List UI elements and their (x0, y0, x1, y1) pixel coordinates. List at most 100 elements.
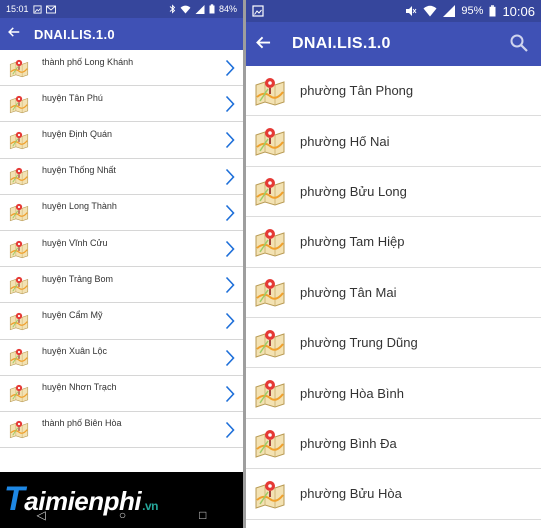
list-item[interactable]: huyện Vĩnh Cửu (0, 231, 243, 268)
signal-icon (443, 5, 456, 17)
list-item-label: phường Tân Mai (300, 284, 397, 300)
chevron-right-icon[interactable] (225, 95, 235, 113)
watermark-lead: T (4, 480, 25, 518)
map-pin-icon (6, 311, 32, 331)
list-item-label: phường Bình Đa (300, 435, 397, 451)
chevron-right-icon[interactable] (225, 240, 235, 258)
list-item[interactable]: phường Tân Phong (246, 66, 541, 117)
list-item[interactable]: phường Tam Hiệp (246, 217, 541, 268)
list-item[interactable]: huyện Cẩm Mỹ (0, 303, 243, 340)
list-item[interactable]: phường Trung Dũng (246, 318, 541, 369)
watermark-logo: Taimienphi.vn (4, 480, 158, 519)
list-item[interactable]: huyện Nhơn Trạch (0, 376, 243, 412)
wifi-icon (180, 5, 191, 14)
right-status-time: 10:06 (502, 3, 535, 19)
list-item[interactable]: phường Tân Mai (246, 268, 541, 318)
list-item[interactable]: phường Bình Đa (246, 419, 541, 470)
image-notification-icon (32, 4, 42, 14)
map-pin-icon (6, 239, 32, 259)
list-item[interactable]: huyện Trảng Bom (0, 267, 243, 304)
chevron-right-icon[interactable] (225, 312, 235, 330)
battery-icon (209, 4, 215, 14)
chevron-right-icon[interactable] (225, 204, 235, 222)
list-item[interactable]: thành phố Biên Hòa (0, 412, 243, 449)
map-pin-icon (6, 130, 32, 150)
right-status-battery: 95% (461, 5, 484, 17)
list-item[interactable]: thành phố Long Khánh (0, 50, 243, 87)
list-item[interactable]: phường Hố Nai (246, 116, 541, 167)
back-arrow-icon[interactable] (8, 25, 34, 43)
list-item-label: huyện Tân Phú (42, 92, 103, 103)
district-list: thành phố Long Khánh huyện Tân Phú huyện Đ… (0, 50, 243, 449)
chevron-right-icon[interactable] (225, 385, 235, 403)
list-item-label: phường Hòa Bình (300, 385, 404, 401)
watermark-suffix: .vn (142, 499, 158, 513)
map-pin-icon (254, 326, 286, 360)
list-item[interactable]: huyện Xuân Lộc (0, 340, 243, 376)
chevron-right-icon[interactable] (225, 349, 235, 367)
map-pin-icon (254, 376, 286, 410)
map-pin-icon (254, 174, 286, 208)
list-item-label: phường Bửu Hòa (300, 486, 402, 502)
battery-icon (489, 5, 496, 17)
nav-recent-icon[interactable]: □ (199, 508, 206, 522)
right-app-title: DNAI.LIS.1.0 (292, 35, 391, 52)
chevron-right-icon[interactable] (225, 168, 235, 186)
search-icon[interactable] (509, 33, 531, 55)
list-item-label: huyện Cẩm Mỹ (42, 309, 103, 320)
map-pin-icon (6, 419, 32, 439)
left-status-battery: 84% (218, 4, 237, 14)
list-item[interactable]: phường Hòa Bình (246, 368, 541, 419)
map-pin-icon (6, 58, 32, 78)
email-notification-icon (45, 5, 56, 13)
back-arrow-icon[interactable] (256, 33, 292, 56)
left-status-time: 15:01 (6, 4, 29, 14)
list-item[interactable]: huyện Định Quán (0, 122, 243, 159)
bluetooth-icon (169, 4, 176, 14)
mute-icon (406, 6, 417, 16)
right-phone-screen: 95% 10:06 DNAI.LIS.1.0 phường Tân Phong p… (246, 0, 541, 528)
list-item[interactable]: phường Bửu Long (246, 167, 541, 218)
left-app-title: DNAI.LIS.1.0 (34, 26, 115, 42)
list-item-label: huyện Long Thành (42, 201, 117, 212)
map-pin-icon (6, 347, 32, 367)
list-item-label: thành phố Biên Hòa (42, 418, 122, 429)
list-item-label: huyện Trảng Bom (42, 273, 114, 284)
map-pin-icon (254, 477, 286, 511)
list-item-label: huyện Định Quán (42, 128, 113, 139)
map-pin-icon (6, 166, 32, 186)
ward-list: phường Tân Phong phường Hố Nai phường Bửu … (246, 66, 541, 520)
map-pin-icon (6, 383, 32, 403)
list-item[interactable]: huyện Thống Nhất (0, 159, 243, 195)
map-pin-icon (254, 426, 286, 460)
list-item[interactable]: phường Bửu Hòa (246, 469, 541, 520)
list-item-label: phường Trung Dũng (300, 335, 418, 351)
watermark-main: aimienphi (24, 486, 142, 516)
list-item-label: huyện Vĩnh Cửu (42, 237, 108, 248)
chevron-right-icon[interactable] (225, 59, 235, 77)
chevron-right-icon[interactable] (225, 421, 235, 439)
map-pin-icon (254, 124, 286, 158)
list-item[interactable]: huyện Long Thành (0, 195, 243, 231)
left-app-bar: DNAI.LIS.1.0 (0, 18, 243, 50)
list-item-label: phường Tân Phong (300, 83, 414, 99)
wifi-icon (423, 5, 437, 17)
list-item-label: huyện Xuân Lộc (42, 346, 108, 357)
list-item-label: huyện Thống Nhất (42, 165, 116, 176)
list-item-label: phường Tam Hiệp (300, 234, 405, 250)
left-status-bar: 15:01 84% (0, 0, 243, 18)
map-pin-icon (6, 275, 32, 295)
chevron-right-icon[interactable] (225, 276, 235, 294)
map-pin-icon (254, 275, 286, 309)
right-status-bar: 95% 10:06 (246, 0, 541, 22)
list-item-label: huyện Nhơn Trạch (42, 382, 117, 393)
right-app-bar: DNAI.LIS.1.0 (246, 22, 541, 66)
image-notification-icon (252, 5, 264, 17)
signal-icon (195, 4, 205, 14)
list-item-label: phường Hố Nai (300, 133, 390, 149)
list-item[interactable]: huyện Tân Phú (0, 86, 243, 123)
map-pin-icon (254, 225, 286, 259)
chevron-right-icon[interactable] (225, 131, 235, 149)
list-item-label: phường Bửu Long (300, 183, 407, 199)
list-item-label: thành phố Long Khánh (42, 56, 134, 67)
